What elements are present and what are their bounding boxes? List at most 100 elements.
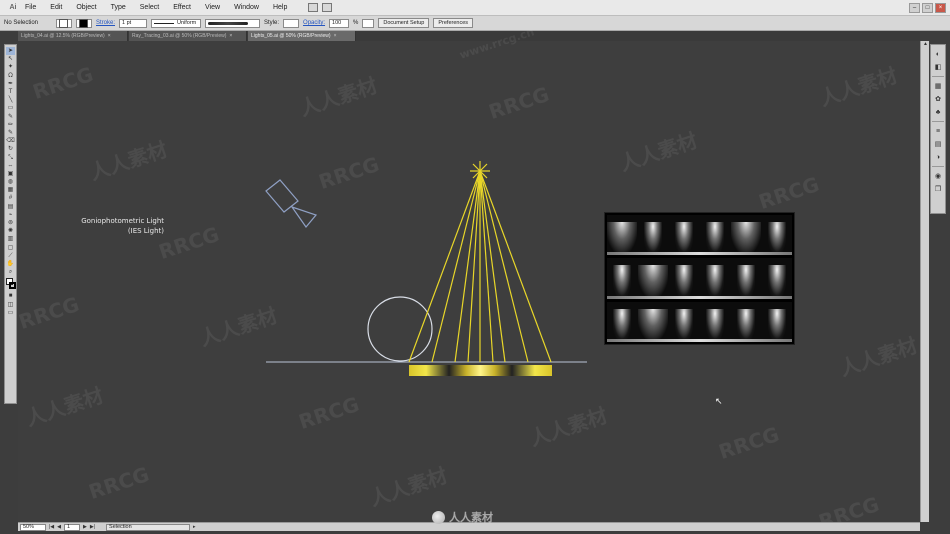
arrange-documents-icon[interactable] (322, 3, 333, 12)
gradient-tool-icon[interactable]: ▤ (6, 203, 15, 211)
camera-outline-icon[interactable] (265, 179, 318, 228)
slice-tool-icon[interactable]: ⟋ (6, 252, 15, 260)
brush-definition[interactable] (205, 18, 261, 28)
close-tab-icon[interactable]: × (108, 33, 111, 39)
window-controls: – □ × (909, 2, 946, 13)
drawing-mode-icon[interactable]: ◫ (6, 300, 15, 308)
layers-panel-icon[interactable]: ❐ (933, 184, 943, 194)
selection-tool-icon[interactable]: ➤ (6, 47, 15, 56)
tab-label: Lights_05.ai @ 50% (RGB/Preview) (251, 33, 331, 39)
menu-window[interactable]: Window (227, 4, 266, 11)
pen-tool-icon[interactable]: ✒ (6, 80, 15, 88)
stroke-panel-link[interactable]: Stroke: (96, 20, 115, 26)
zoom-level-field[interactable]: 50% (20, 523, 46, 531)
width-tool-icon[interactable]: ⇔ (6, 162, 15, 170)
light-source-star-icon[interactable] (470, 161, 490, 181)
bridge-icon[interactable] (308, 3, 319, 12)
stroke-weight-field[interactable]: 1 pt (119, 18, 148, 28)
stroke-swatch-icon[interactable] (8, 282, 16, 290)
control-bar: No Selection Stroke: 1 pt Uniform Style:… (0, 16, 950, 31)
maximize-button[interactable]: □ (922, 2, 933, 13)
stroke-panel-icon[interactable]: ≡ (933, 126, 943, 136)
close-tab-icon[interactable]: × (334, 33, 337, 39)
opacity-field[interactable]: 100 (329, 18, 350, 28)
scale-tool-icon[interactable]: ⤡ (6, 153, 15, 161)
artboard-canvas[interactable]: RRCG 人人素材 RRCG 人人素材 RRCG 人人素材 RRCG 人人素材 … (16, 25, 920, 534)
symbol-sprayer-tool-icon[interactable]: ✺ (6, 227, 15, 235)
last-artboard-icon[interactable]: ▶| (90, 524, 95, 530)
ies-thumb (700, 258, 730, 298)
free-transform-tool-icon[interactable]: ▣ (6, 170, 15, 178)
tab-lights-05[interactable]: Lights_05.ai @ 50% (RGB/Preview) × (248, 31, 356, 41)
eraser-tool-icon[interactable]: ⌫ (6, 137, 15, 145)
stroke-color-dropdown[interactable] (76, 18, 92, 28)
screen-mode-icon[interactable]: ▭ (6, 309, 15, 317)
tab-ray-tracing-03[interactable]: Ray_Tracing_03.ai @ 50% (RGB/Preview) × (129, 31, 247, 41)
menu-edit[interactable]: Edit (43, 4, 69, 11)
paintbrush-tool-icon[interactable]: ✎ (6, 113, 15, 121)
brushes-panel-icon[interactable]: ✿ (933, 94, 943, 104)
hand-tool-icon[interactable]: ✋ (6, 260, 15, 268)
artboard-number-field[interactable]: 1 (64, 523, 81, 531)
menu-view[interactable]: View (198, 4, 227, 11)
next-artboard-icon[interactable]: ▶ (83, 524, 87, 530)
recolor-artwork-icon[interactable] (362, 18, 375, 28)
status-menu-icon[interactable]: ▸ (193, 524, 196, 530)
opacity-panel-link[interactable]: Opacity: (303, 20, 325, 26)
blob-brush-tool-icon[interactable]: ✎ (6, 129, 15, 137)
rotate-tool-icon[interactable]: ↻ (6, 145, 15, 153)
minimize-button[interactable]: – (909, 2, 920, 13)
mouse-cursor-icon: ↖ (715, 396, 723, 406)
vertical-scrollbar[interactable]: ▲ (920, 41, 929, 522)
color-guide-icon[interactable]: ◧ (933, 62, 943, 72)
first-artboard-icon[interactable]: |◀ (49, 524, 54, 530)
color-mode-icon[interactable]: ■ (6, 292, 15, 300)
fill-stroke-swatches[interactable] (5, 278, 16, 290)
previous-artboard-icon[interactable]: ◀ (57, 524, 61, 530)
color-panel-icon[interactable]: ◐ (933, 49, 943, 59)
mesh-tool-icon[interactable]: # (6, 194, 15, 202)
blend-tool-icon[interactable]: ⊚ (6, 219, 15, 227)
menu-help[interactable]: Help (266, 4, 294, 11)
ies-thumb (638, 302, 668, 342)
sphere-outline[interactable] (367, 296, 433, 362)
menu-file[interactable]: File (23, 4, 43, 11)
close-button[interactable]: × (935, 2, 946, 13)
lasso-tool-icon[interactable]: ᘯ (6, 72, 15, 80)
tab-lights-04[interactable]: Lights_04.ai @ 12.5% (RGB/Preview) × (18, 31, 128, 41)
variable-width-profile[interactable]: Uniform (151, 18, 202, 28)
close-tab-icon[interactable]: × (229, 33, 232, 39)
rectangle-tool-icon[interactable]: ▭ (6, 104, 15, 112)
symbols-panel-icon[interactable]: ♣ (933, 107, 943, 117)
zoom-tool-icon[interactable]: ⌕ (6, 268, 15, 276)
column-graph-tool-icon[interactable]: ▥ (6, 235, 15, 243)
menu-type[interactable]: Type (104, 4, 133, 11)
ies-profiles-image[interactable] (604, 212, 795, 345)
menu-object[interactable]: Object (69, 4, 103, 11)
appearance-panel-icon[interactable]: ◉ (933, 171, 943, 181)
artboard-tool-icon[interactable]: ▢ (6, 244, 15, 252)
ies-light-cone[interactable] (408, 170, 552, 363)
transparency-panel-icon[interactable]: ◑ (933, 152, 943, 162)
menu-effect[interactable]: Effect (166, 4, 198, 11)
gradient-panel-icon[interactable]: ▤ (933, 139, 943, 149)
swatches-panel-icon[interactable]: ▦ (933, 81, 943, 91)
pencil-tool-icon[interactable]: ✏ (6, 121, 15, 129)
graphic-style-dropdown[interactable] (283, 18, 300, 28)
preferences-button[interactable]: Preferences (433, 18, 474, 28)
tab-label: Lights_04.ai @ 12.5% (RGB/Preview) (21, 33, 105, 39)
menu-select[interactable]: Select (133, 4, 166, 11)
document-setup-button[interactable]: Document Setup (378, 18, 430, 28)
ies-light-label: Goniophotometric Light (IES Light) (80, 216, 164, 236)
status-tool-display[interactable]: Selection (106, 523, 191, 531)
magic-wand-tool-icon[interactable]: ✦ (6, 63, 15, 71)
shape-builder-tool-icon[interactable]: ◍ (6, 178, 15, 186)
direct-selection-tool-icon[interactable]: ↖ (6, 55, 15, 63)
type-tool-icon[interactable]: T (6, 88, 15, 96)
light-gradient-bar[interactable] (409, 365, 552, 376)
perspective-grid-tool-icon[interactable]: ▦ (6, 186, 15, 194)
eyedropper-tool-icon[interactable]: ⌁ (6, 211, 15, 219)
fill-color-dropdown[interactable] (56, 18, 72, 28)
scroll-up-icon[interactable]: ▲ (921, 41, 930, 49)
line-tool-icon[interactable]: ╲ (6, 96, 15, 104)
